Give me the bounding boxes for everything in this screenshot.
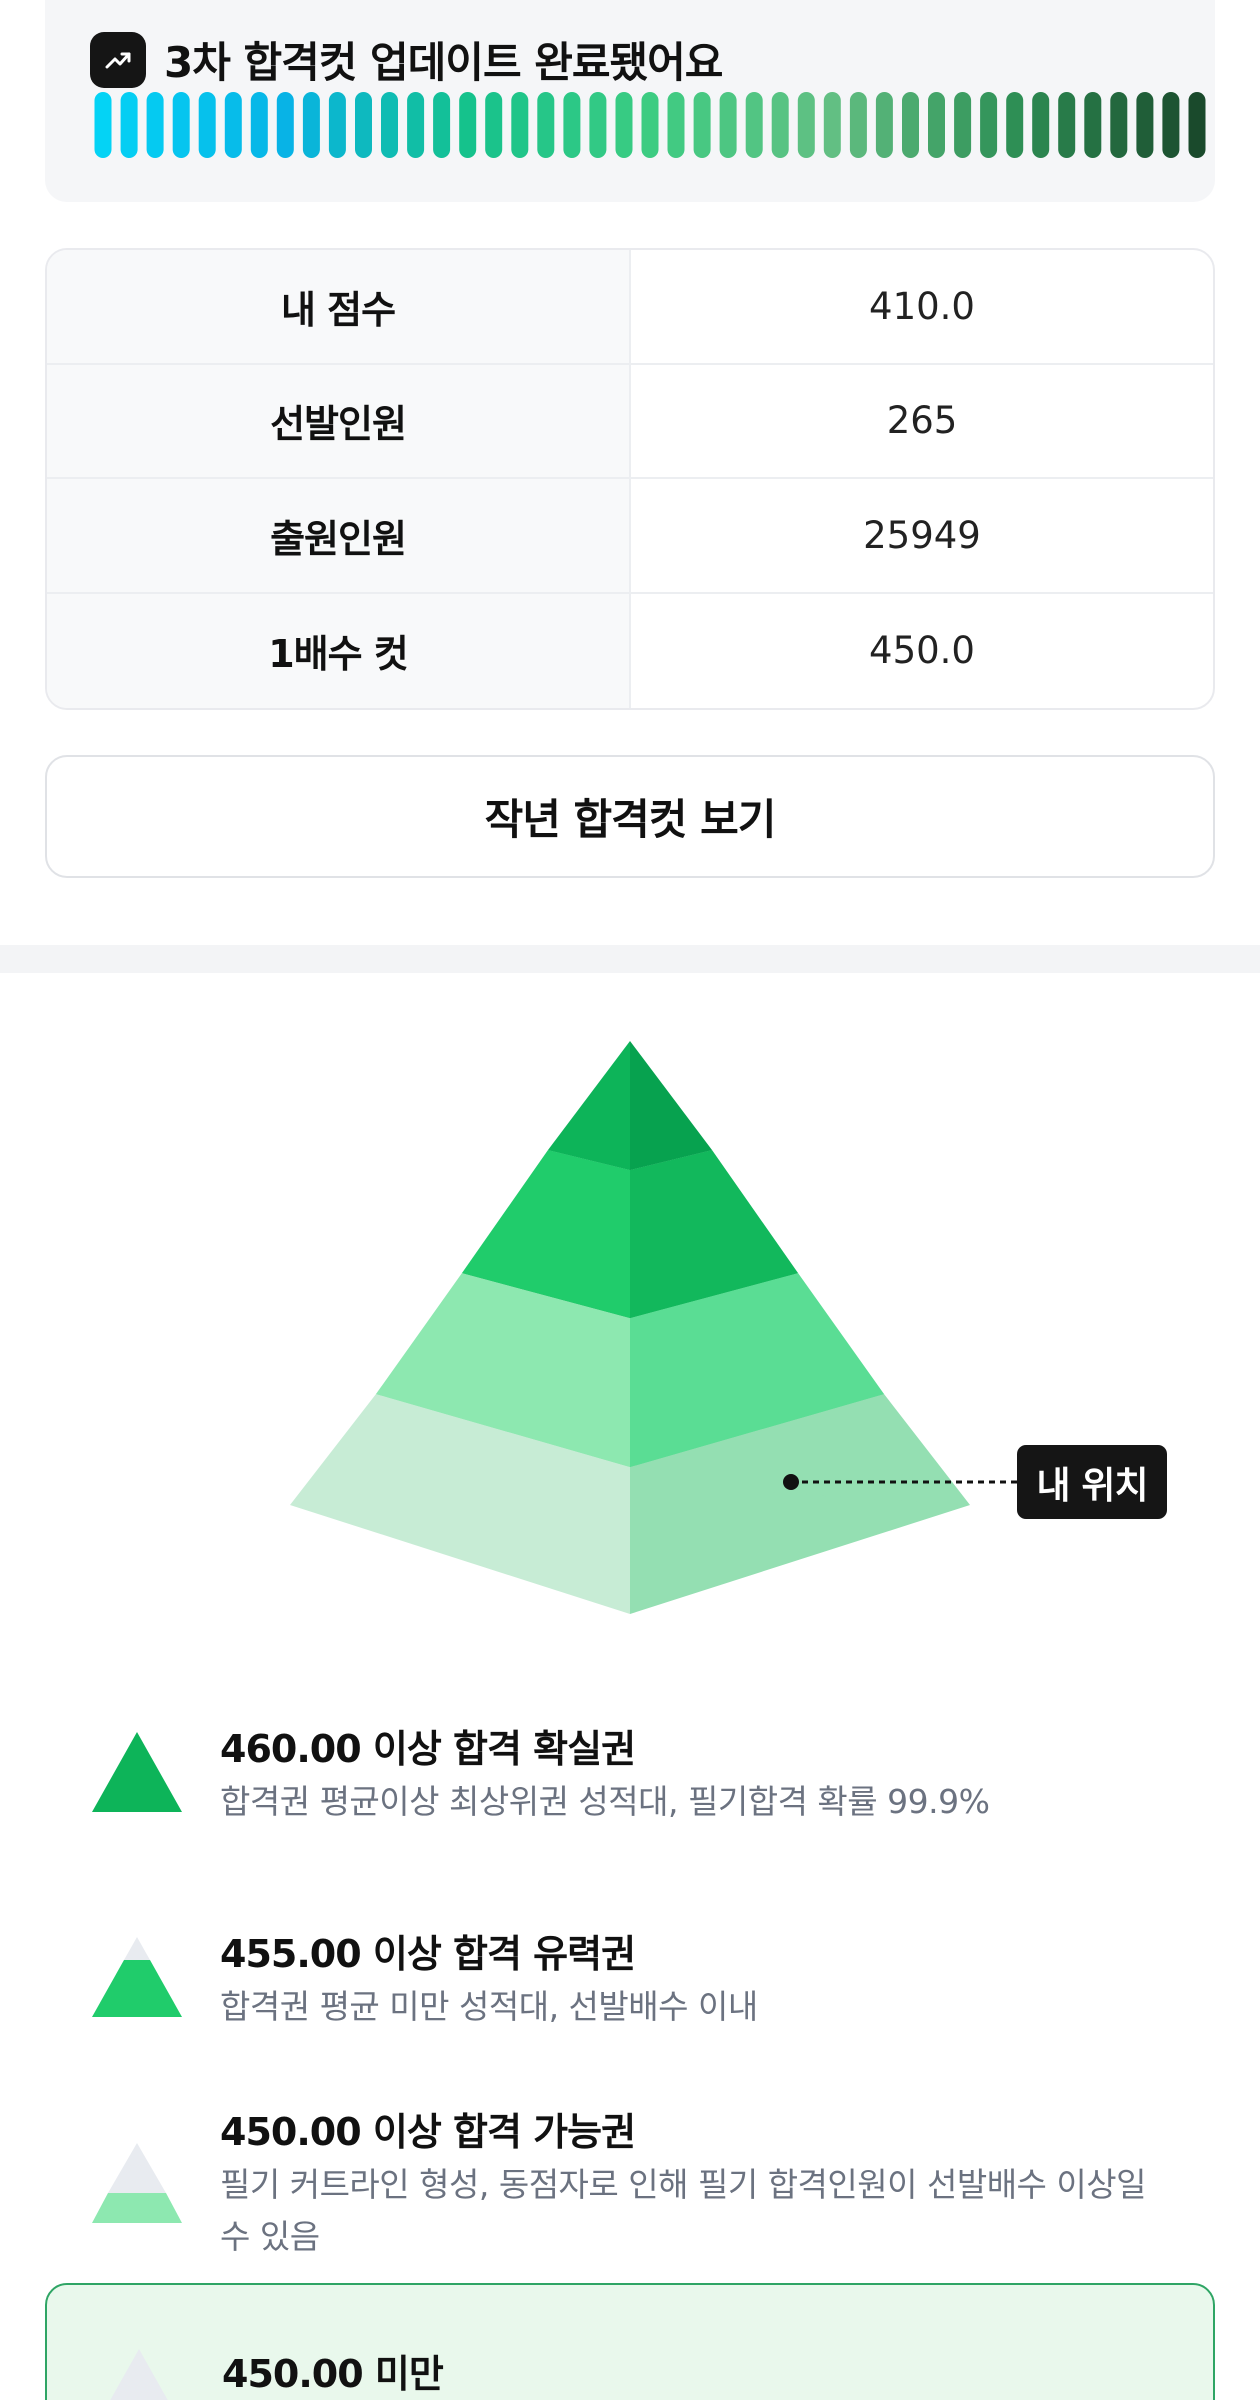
progress-segment bbox=[537, 92, 555, 158]
update-status-card: 3차 합격컷 업데이트 완료됐어요 bbox=[45, 0, 1215, 202]
pyramid-tier-2-icon bbox=[92, 1937, 182, 2017]
trending-up-icon bbox=[90, 31, 146, 88]
legend-title: 450.00 이상 합격 가능권 bbox=[220, 2110, 636, 2154]
progress-segment bbox=[589, 92, 607, 158]
current-tier-box: 450.00 미만 bbox=[45, 2283, 1215, 2400]
progress-segment bbox=[1032, 92, 1050, 158]
progress-segment bbox=[94, 92, 112, 158]
progress-segment bbox=[328, 92, 346, 158]
status-title: 3차 합격컷 업데이트 완료됐어요 bbox=[164, 38, 723, 87]
progress-segment bbox=[1110, 92, 1128, 158]
score-info-table: 내 점수 410.0 선발인원 265 출원인원 25949 1배수 컷 450… bbox=[45, 248, 1215, 710]
legend-desc: 합격권 평균 미만 성적대, 선발배수 이내 bbox=[220, 1987, 758, 2026]
progress-segment bbox=[302, 92, 320, 158]
progress-segment bbox=[172, 92, 190, 158]
legend-title: 460.00 이상 합격 확실권 bbox=[220, 1727, 636, 1771]
progress-segment bbox=[355, 92, 372, 158]
progress-segment bbox=[667, 92, 685, 158]
progress-segment bbox=[1188, 92, 1206, 158]
progress-segment bbox=[381, 92, 398, 158]
row-value-applicant-count: 25949 bbox=[863, 513, 981, 557]
progress-segment bbox=[120, 92, 138, 158]
progress-segment bbox=[980, 92, 998, 158]
legend-title: 450.00 미만 bbox=[222, 2352, 444, 2396]
progress-segment bbox=[771, 92, 789, 158]
row-value-selection-count: 265 bbox=[886, 399, 958, 443]
progress-segment bbox=[849, 92, 867, 158]
progress-segment bbox=[511, 92, 529, 158]
my-position-badge: 내 위치 bbox=[1017, 1445, 1167, 1519]
rank-pyramid bbox=[290, 1041, 1017, 1614]
progress-segment bbox=[823, 92, 841, 158]
progress-segment bbox=[276, 92, 294, 158]
progress-segment bbox=[433, 92, 451, 158]
row-value-cutoff: 450.0 bbox=[869, 629, 975, 673]
progress-segment bbox=[928, 92, 945, 158]
legend-desc: 필기 커트라인 형성, 동점자로 인해 필기 합격인원이 선발배수 이상일 수 … bbox=[220, 2165, 1147, 2256]
table-row: 내 점수 410.0 bbox=[47, 250, 1213, 365]
table-row: 선발인원 265 bbox=[47, 364, 1213, 479]
row-label-cutoff: 1배수 컷 bbox=[47, 593, 631, 708]
pyramid-tier-4-icon bbox=[110, 2349, 168, 2400]
progress-segment bbox=[902, 92, 919, 158]
table-row: 1배수 컷 450.0 bbox=[47, 593, 1213, 708]
progress-segment bbox=[459, 92, 477, 158]
status-header: 3차 합격컷 업데이트 완료됐어요 bbox=[90, 29, 723, 90]
progress-segment bbox=[1162, 92, 1180, 158]
legend-title: 455.00 이상 합격 유력권 bbox=[220, 1932, 636, 1976]
progress-segment bbox=[875, 92, 893, 158]
legend-desc: 합격권 평균이상 최상위권 성적대, 필기합격 확률 99.9% bbox=[220, 1782, 990, 1821]
progress-segment bbox=[250, 92, 268, 158]
progress-segment bbox=[485, 92, 503, 158]
progress-segment bbox=[745, 92, 763, 158]
row-value-my-score: 410.0 bbox=[869, 284, 975, 328]
progress-segment bbox=[797, 92, 815, 158]
row-label-my-score: 내 점수 bbox=[47, 250, 631, 363]
progress-segment bbox=[1136, 92, 1154, 158]
progress-segment bbox=[198, 92, 216, 158]
table-row: 출원인원 25949 bbox=[47, 479, 1213, 594]
section-divider bbox=[0, 945, 1260, 973]
row-label-applicant-count: 출원인원 bbox=[47, 479, 631, 592]
progress-segment bbox=[407, 92, 425, 158]
progress-segment bbox=[1084, 92, 1102, 158]
progress-segment bbox=[641, 92, 659, 158]
progress-segment bbox=[1058, 92, 1076, 158]
progress-segment bbox=[146, 92, 164, 158]
progress-segment bbox=[1006, 92, 1024, 158]
pyramid-tier-1-icon bbox=[92, 1732, 182, 1812]
progress-segment bbox=[615, 92, 633, 158]
pyramid-tier-3-icon bbox=[92, 2143, 182, 2223]
progress-segment bbox=[954, 92, 972, 158]
last-year-cutoff-button[interactable]: 작년 합격컷 보기 bbox=[45, 755, 1215, 878]
update-progress-bar bbox=[90, 92, 1210, 158]
progress-segment bbox=[563, 92, 581, 158]
progress-segment bbox=[693, 92, 711, 158]
progress-segment bbox=[719, 92, 737, 158]
row-label-selection-count: 선발인원 bbox=[47, 364, 631, 477]
progress-segment bbox=[224, 92, 242, 158]
pyramid-tier-1 bbox=[548, 1041, 712, 1170]
